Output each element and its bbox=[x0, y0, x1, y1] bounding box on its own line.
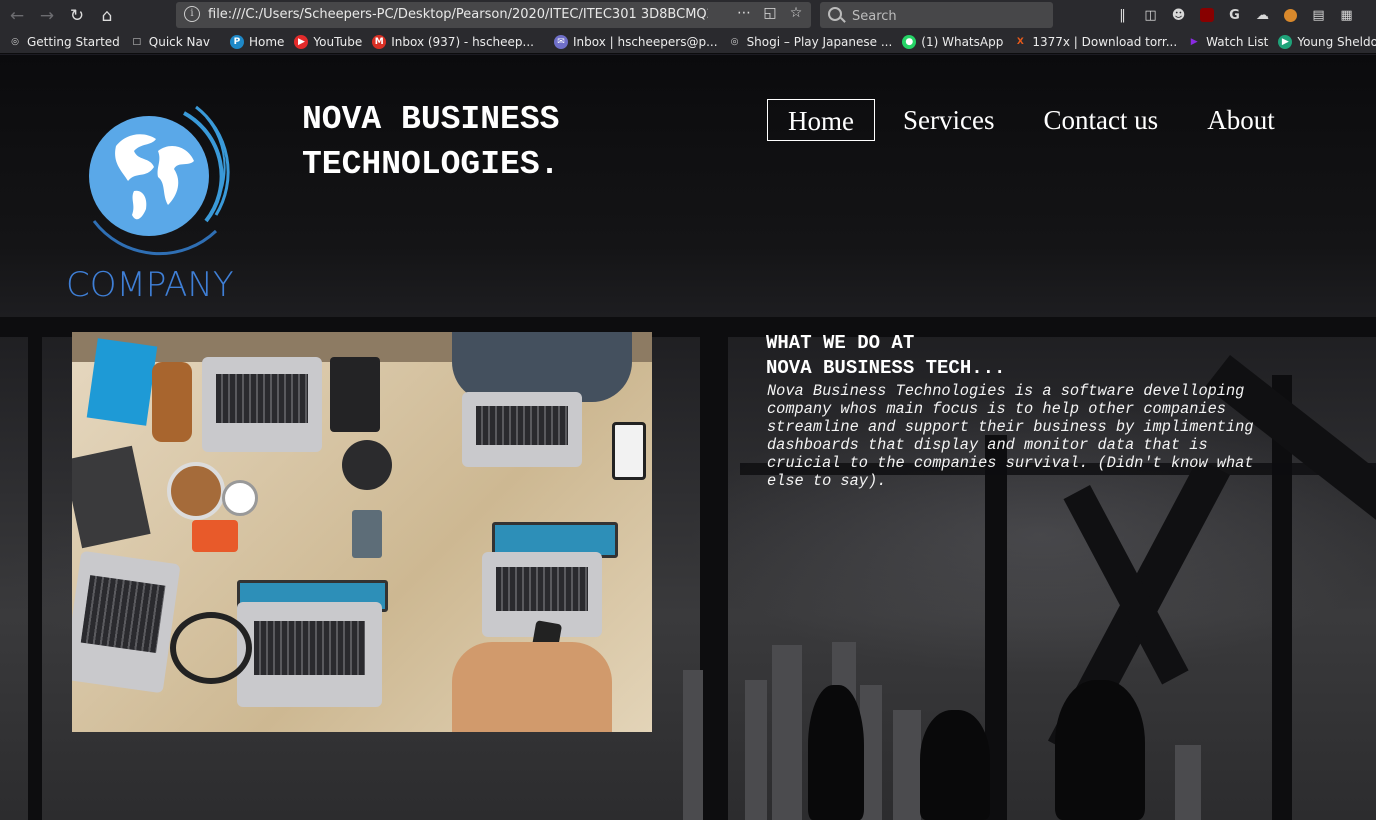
city-building bbox=[683, 670, 703, 820]
person-silhouette bbox=[1055, 680, 1145, 820]
bookmark-label: Inbox | hscheepers@p... bbox=[572, 35, 718, 49]
ublock-icon[interactable] bbox=[1196, 5, 1217, 25]
bookmark-label: Getting Started bbox=[27, 35, 120, 49]
main-nav: Home Services Contact us About bbox=[767, 99, 1304, 141]
city-building bbox=[893, 710, 921, 820]
site-info-icon[interactable]: i bbox=[184, 6, 200, 22]
url-text[interactable]: file:///C:/Users/Scheepers-PC/Desktop/Pe… bbox=[208, 7, 708, 22]
forward-arrow-icon[interactable]: → bbox=[36, 5, 58, 27]
search-input[interactable] bbox=[850, 6, 1044, 26]
bookmark-item[interactable]: ▶ Watch List bbox=[1187, 35, 1269, 49]
what-heading-line-2: NOVA BUSINESS TECH... bbox=[766, 357, 1006, 379]
youtube-icon: ▶ bbox=[294, 35, 309, 49]
what-heading-line-1: WHAT WE DO AT bbox=[766, 332, 915, 354]
nav-about[interactable]: About bbox=[1187, 99, 1295, 141]
window-frame bbox=[28, 325, 42, 820]
browser-toolbar: ← → ↻ ⌂ i file:///C:/Users/Scheepers-PC/… bbox=[0, 0, 1376, 31]
company-logo[interactable]: COMPANY bbox=[66, 91, 246, 306]
reload-icon[interactable]: ↻ bbox=[66, 5, 88, 27]
menu-grid-icon[interactable]: ▦ bbox=[1336, 5, 1357, 25]
whatsapp-icon: ● bbox=[902, 35, 917, 49]
bookmark-label: Watch List bbox=[1206, 35, 1269, 49]
play-circle-icon: ▶ bbox=[1278, 35, 1293, 49]
city-building bbox=[772, 645, 802, 820]
bookmark-label: Young Sheldon - Seas... bbox=[1297, 35, 1376, 49]
what-heading: WHAT WE DO AT NOVA BUSINESS TECH... bbox=[766, 331, 1287, 381]
search-bar[interactable] bbox=[820, 2, 1053, 28]
library-icon[interactable]: ‖ bbox=[1112, 5, 1133, 25]
bookmark-item[interactable]: ◎ Getting Started bbox=[8, 35, 120, 49]
brand-line-2: TECHNOLOGIES. bbox=[302, 146, 560, 183]
extension-icon[interactable]: ☁ bbox=[1252, 5, 1273, 25]
nav-services[interactable]: Services bbox=[883, 99, 1014, 141]
site-brand-title: NOVA BUSINESS TECHNOLOGIES. bbox=[302, 97, 559, 187]
globe-icon: ◎ bbox=[11, 37, 19, 47]
bookmark-item[interactable]: ● (1) WhatsApp bbox=[902, 35, 1003, 49]
bookmark-item[interactable]: ▶ Young Sheldon - Seas... bbox=[1278, 35, 1376, 49]
play-icon: ▶ bbox=[1190, 37, 1198, 47]
folder-icon: □ bbox=[132, 37, 142, 47]
bookmark-item[interactable]: M Inbox (937) - hscheep... bbox=[372, 35, 534, 49]
webpage: COMPANY NOVA BUSINESS TECHNOLOGIES. Home… bbox=[0, 55, 1376, 820]
account-icon[interactable]: ☻ bbox=[1168, 5, 1189, 25]
city-building bbox=[1175, 745, 1201, 820]
person-silhouette bbox=[808, 685, 864, 820]
bookmark-label: (1) WhatsApp bbox=[921, 35, 1004, 49]
bookmark-label: Quick Nav bbox=[148, 35, 210, 49]
bookmark-item[interactable]: □ Quick Nav bbox=[130, 35, 210, 49]
bookmark-item[interactable]: X 1377x | Download torr... bbox=[1013, 35, 1177, 49]
tampermonkey-icon[interactable] bbox=[1280, 5, 1301, 25]
what-we-do-section: WHAT WE DO AT NOVA BUSINESS TECH... Nova… bbox=[766, 331, 1287, 490]
home-icon[interactable]: ⌂ bbox=[96, 5, 118, 27]
globe-icon bbox=[89, 105, 230, 256]
nav-contact-us[interactable]: Contact us bbox=[1023, 99, 1178, 141]
bookmark-label: Inbox (937) - hscheep... bbox=[391, 35, 534, 49]
pearson-icon: P bbox=[229, 35, 244, 49]
bookmark-label: Shogi – Play Japanese ... bbox=[746, 35, 893, 49]
bookmark-label: 1377x | Download torr... bbox=[1032, 35, 1178, 49]
bookmark-label: Home bbox=[248, 35, 285, 49]
bookmark-item[interactable]: P Home bbox=[229, 35, 285, 49]
bookmark-label: YouTube bbox=[313, 35, 363, 49]
bookmark-item[interactable]: ✉ Inbox | hscheepers@p... bbox=[553, 35, 718, 49]
x-icon: X bbox=[1016, 37, 1024, 47]
nav-home[interactable]: Home bbox=[767, 99, 875, 141]
brand-line-1: NOVA BUSINESS bbox=[302, 101, 560, 138]
bookmark-item[interactable]: ◎ Shogi – Play Japanese ... bbox=[728, 35, 893, 49]
bookmarks-toolbar: ◎ Getting Started □ Quick Nav P Home ▶ YouTube M… bbox=[0, 31, 1376, 54]
bookmark-star-icon[interactable]: ☆ bbox=[787, 5, 805, 21]
pocket-icon[interactable]: ◱ bbox=[761, 5, 779, 21]
gmail-icon: M bbox=[372, 35, 387, 49]
person-silhouette bbox=[920, 710, 990, 820]
mail-icon: ✉ bbox=[553, 35, 568, 49]
url-bar[interactable]: i file:///C:/Users/Scheepers-PC/Desktop/… bbox=[176, 2, 811, 28]
logo-text: COMPANY bbox=[66, 265, 234, 305]
window-frame bbox=[700, 325, 728, 820]
sidebar-icon[interactable]: ◫ bbox=[1140, 5, 1161, 25]
page-actions-icon[interactable]: ⋯ bbox=[735, 5, 753, 21]
city-building bbox=[745, 680, 767, 820]
what-body: Nova Business Technologies is a software… bbox=[767, 382, 1254, 490]
back-arrow-icon[interactable]: ← bbox=[6, 5, 28, 27]
hero-photo bbox=[72, 332, 652, 732]
bookmark-item[interactable]: ▶ YouTube bbox=[294, 35, 362, 49]
globe-icon: ◎ bbox=[730, 37, 739, 47]
search-icon bbox=[828, 7, 842, 21]
google-icon[interactable]: G bbox=[1224, 5, 1245, 25]
reader-icon[interactable]: ▤ bbox=[1308, 5, 1329, 25]
